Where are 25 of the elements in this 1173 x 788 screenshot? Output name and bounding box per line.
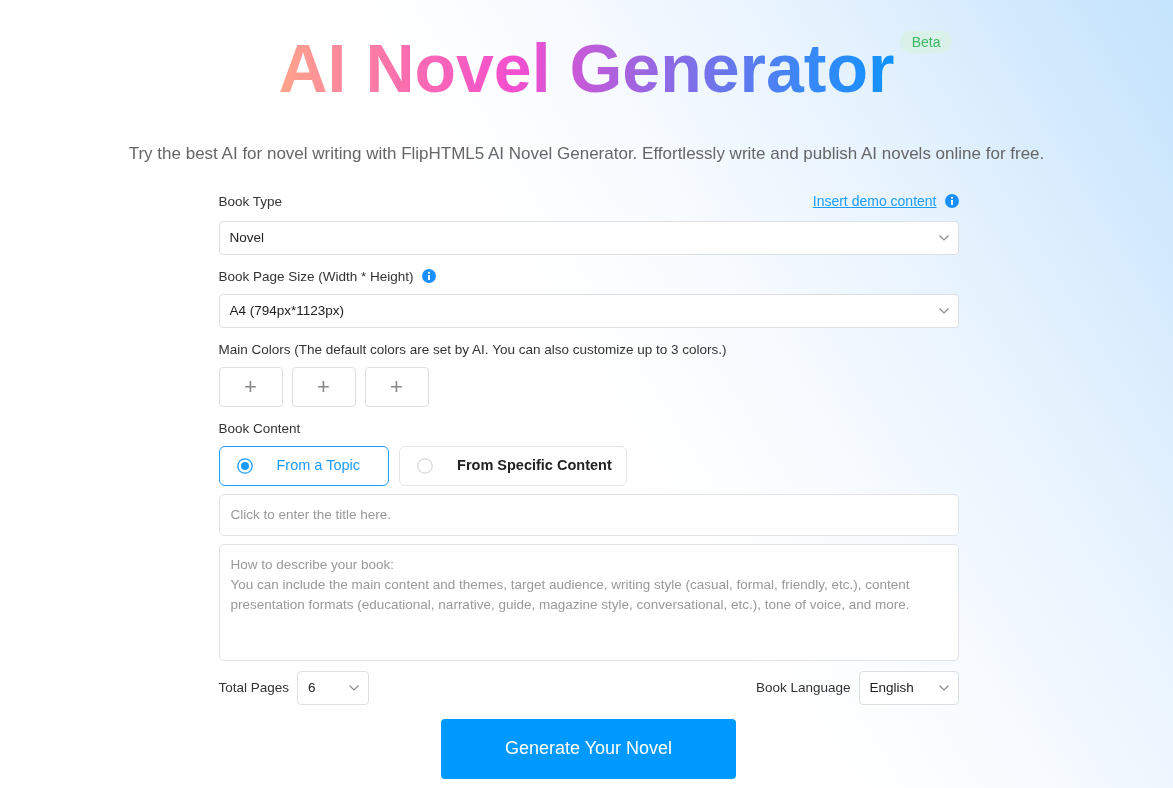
add-color-button[interactable]: + [364,366,429,407]
chevron-down-icon [938,684,949,691]
setting-label: Book Language [755,679,851,697]
chevron-down-icon [938,234,949,241]
generate-button[interactable]: Generate Your Novel [441,718,736,779]
description-textarea[interactable]: How to describe your book: You can include the main content and themes, target audience, writing style (casual, formal, friendly, etc.), content presentation formats (educational, narrative, guide, magazine style, conversational, etc.), tone of voice, and more. [218,543,959,661]
dropdown-select[interactable]: A4 (794px*1123px) [218,293,959,328]
title-input[interactable]: Click to enter the title here. [218,493,959,536]
chevron-down-icon [938,307,949,314]
dropdown-select[interactable]: English [858,670,959,705]
chevron-down-icon [349,684,360,691]
dropdown-select[interactable]: Novel [218,220,959,255]
field-label: Book Page Size (Width * Height) [218,267,414,285]
demo-content-link[interactable]: Insert demo content [812,190,937,212]
add-color-button[interactable]: + [291,366,356,407]
content-source-option[interactable]: From a Topic [218,445,390,486]
page-subtitle: Try the best AI for novel writing with FlipHTML5 AI Novel Generator. Effortlessly write and publish AI novels online for free. [128,143,1045,166]
field-label: Main Colors (The default colors are set by AI. You can also customize up to 3 colors.) [218,340,727,358]
content-source-option[interactable]: From Specific Content [399,445,627,486]
field-label: Book Content [218,419,301,437]
setting-label: Total Pages [218,679,290,697]
field-label: Book Type [218,192,283,210]
add-color-button[interactable]: + [218,366,283,407]
beta-badge: Beta [899,31,953,53]
dropdown-select[interactable]: 6 [297,670,370,705]
